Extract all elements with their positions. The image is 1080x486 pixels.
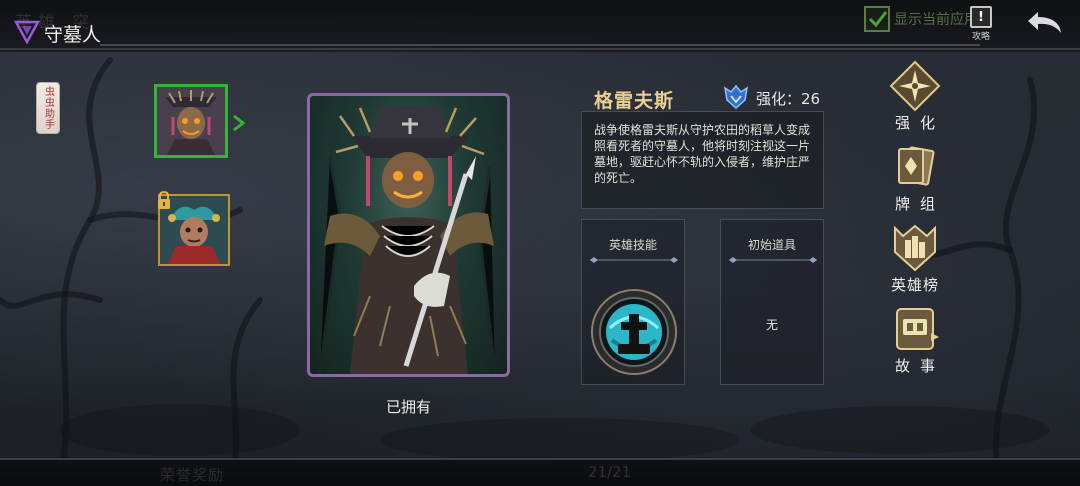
assistant-tab[interactable]: 虫虫助手 [36,82,60,134]
guide-icon: ! [970,6,992,28]
checkmark-icon [868,11,888,28]
bottom-bar: 荣誉奖励 21/21 [0,458,1080,486]
page-title: 守墓人 [44,24,102,46]
owned-status: 已拥有 [385,398,431,416]
purple-triangle-icon [14,20,40,44]
strength-value: 强化：26 [756,90,821,108]
hero-description-text: 战争使格雷夫斯从守护农田的稻草人变成照看死者的守墓人，他将时刻注视这一片墓地，驱… [594,123,811,185]
guide-button[interactable]: ! 攻略 [966,6,996,42]
strength-crest-icon [723,84,749,110]
compass-star-icon [889,60,941,112]
hero-description: 战争使格雷夫斯从守护农田的稻草人变成照看死者的守墓人，他将时刻注视这一片墓地，驱… [581,111,824,209]
upgrade-label: 强化 [894,114,945,132]
show-current-toggle[interactable]: 显示当前应用 [864,6,978,32]
honor-reward-ghost: 荣誉奖励 [160,466,225,484]
divider-ornament-icon [590,257,678,263]
scarecrow-art-icon [318,106,497,374]
divider-ornament-icon [729,257,817,263]
scarecrow-portrait-icon [157,87,225,155]
starting-item-panel: 初始道具 无 [720,219,824,385]
hero-name: 格雷夫斯 [594,90,675,112]
page-indicator: 21/21 [588,463,632,481]
starting-item-header: 初始道具 [747,238,796,252]
lock-icon [158,190,170,209]
title-divider [100,44,980,46]
hero-skill-panel: 英雄技能 [581,219,685,385]
selected-arrow-icon [233,114,246,132]
back-arrow-icon[interactable] [1024,8,1064,36]
top-bar: 英雄 突 守墓人 显示当前应用 ! 攻略 [0,0,1080,52]
starting-item-value: 无 [765,318,778,332]
hero-skill-header: 英雄技能 [608,238,657,252]
top-divider [0,48,1080,50]
story-label: 故事 [894,357,945,375]
leaderboard-button[interactable]: 英雄榜 [880,222,950,295]
story-button[interactable]: 故事 [880,303,950,376]
book-icon [896,308,939,350]
cards-icon [898,146,935,186]
upgrade-button[interactable]: 强化 [880,60,950,133]
deck-button[interactable]: 牌组 [880,141,950,214]
shield-emblem-icon [894,224,936,272]
hero-thumb-scarecrow[interactable] [154,84,228,158]
grave-skill-icon[interactable] [590,288,678,376]
hero-portrait [307,93,510,377]
show-current-checkbox[interactable] [864,6,890,32]
guide-label: 攻略 [971,32,990,42]
deck-label: 牌组 [894,195,945,213]
leaderboard-label: 英雄榜 [890,276,939,294]
